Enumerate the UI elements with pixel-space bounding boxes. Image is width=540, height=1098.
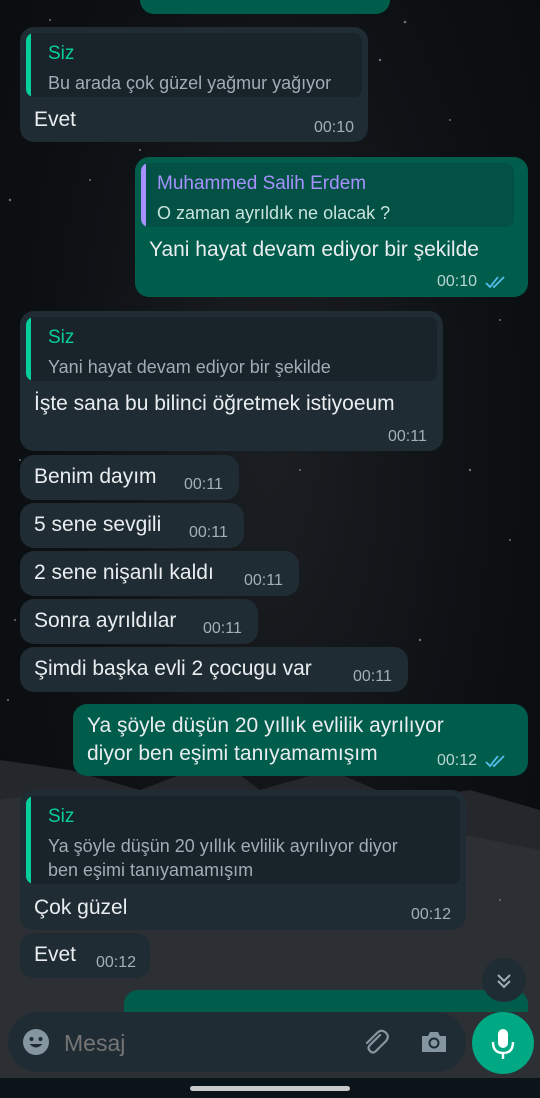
message-time: 00:12 <box>96 954 137 971</box>
message-time: 00:11 <box>203 620 242 637</box>
message-bubble-incoming[interactable]: Siz Yani hayat devam ediyor bir şekilde … <box>20 311 443 451</box>
quote-sender-name: Siz <box>48 43 75 64</box>
message-bubble-outgoing[interactable]: Muhammed Salih Erdem O zaman ayrıldık ne… <box>135 157 528 297</box>
message-time: 00:11 <box>189 524 228 541</box>
message-text: Çok güzel <box>34 896 128 919</box>
message-text: Benim dayım <box>34 465 157 488</box>
quote-accent-bar <box>26 796 31 884</box>
quote-sender-name: Muhammed Salih Erdem <box>157 173 367 194</box>
message-text: Evet <box>34 108 77 131</box>
double-check-icon <box>485 276 505 289</box>
message-time: 00:10 <box>437 273 478 290</box>
message-text-line-1: Ya şöyle düşün 20 yıllık evlilik ayrılıy… <box>87 714 444 737</box>
message-time: 00:12 <box>437 752 478 769</box>
quote-text: Bu arada çok güzel yağmur yağıyor <box>48 73 332 93</box>
message-text: Şimdi başka evli 2 çocugu var <box>34 657 312 680</box>
message-bubble-incoming[interactable]: Siz Bu arada çok güzel yağmur yağıyor Ev… <box>20 27 368 142</box>
message-time: 00:10 <box>314 119 355 136</box>
message-text-line-2: diyor ben eşimi tanıyamamışım <box>87 742 378 765</box>
message-bubble-incoming[interactable]: Siz Ya şöyle düşün 20 yıllık evlilik ayr… <box>20 790 466 930</box>
quote-sender-name: Siz <box>48 806 75 827</box>
system-nav-bar <box>0 1078 540 1098</box>
message-time: 00:11 <box>244 572 283 589</box>
quote-sender-name: Siz <box>48 327 75 348</box>
quoted-message[interactable]: Siz Ya şöyle düşün 20 yıllık evlilik ayr… <box>26 796 460 884</box>
message-text: Sonra ayrıldılar <box>34 609 177 632</box>
message-bubble-partial-top[interactable] <box>140 0 390 14</box>
message-bubble-incoming[interactable]: Şimdi başka evli 2 çocugu var 00:11 <box>20 647 408 692</box>
message-time: 00:11 <box>184 476 223 493</box>
message-text: 2 sene nişanlı kaldı <box>34 561 214 584</box>
quote-accent-bar <box>141 163 146 227</box>
double-check-icon <box>485 755 505 768</box>
message-text: Yani hayat devam ediyor bir şekilde <box>149 238 479 261</box>
voice-record-button[interactable] <box>472 1012 534 1074</box>
quote-accent-bar <box>26 317 31 381</box>
message-input[interactable] <box>62 1026 346 1060</box>
message-bubble-incoming[interactable]: Sonra ayrıldılar 00:11 <box>20 599 258 644</box>
paperclip-icon[interactable] <box>360 1027 390 1057</box>
quote-text: O zaman ayrıldık ne olacak ? <box>157 203 391 223</box>
quote-accent-bar <box>26 33 31 97</box>
message-bubble-incoming[interactable]: Evet 00:12 <box>20 933 150 978</box>
quoted-message[interactable]: Siz Bu arada çok güzel yağmur yağıyor <box>26 33 362 97</box>
message-bubble-outgoing[interactable]: Ya şöyle düşün 20 yıllık evlilik ayrılıy… <box>73 704 528 776</box>
microphone-icon <box>491 1029 515 1059</box>
quote-text-line-1: Ya şöyle düşün 20 yıllık evlilik ayrılıy… <box>48 836 398 856</box>
message-time: 00:11 <box>388 428 427 445</box>
message-text: Evet <box>34 943 77 966</box>
message-composer[interactable] <box>8 1012 466 1072</box>
quote-text: Yani hayat devam ediyor bir şekilde <box>48 357 331 377</box>
message-text: 5 sene sevgili <box>34 513 162 536</box>
message-bubble-incoming[interactable]: 5 sene sevgili 00:11 <box>20 503 244 548</box>
chevron-double-down-icon <box>497 974 511 989</box>
message-time: 00:12 <box>411 906 452 923</box>
quoted-message[interactable]: Muhammed Salih Erdem O zaman ayrıldık ne… <box>141 163 514 227</box>
message-time: 00:11 <box>353 668 392 685</box>
message-bubble-incoming[interactable]: 2 sene nişanlı kaldı 00:11 <box>20 551 299 596</box>
scroll-to-bottom-button[interactable] <box>482 958 526 1002</box>
home-gesture-handle[interactable] <box>190 1086 350 1091</box>
message-bubble-partial-bottom[interactable] <box>124 990 528 1012</box>
camera-icon[interactable] <box>419 1027 449 1057</box>
message-bubble-incoming[interactable]: Benim dayım 00:11 <box>20 455 239 500</box>
quote-text-line-2: ben eşimi tanıyamamışım <box>48 860 254 880</box>
message-text: İşte sana bu bilinci öğretmek istiyoeum <box>34 392 395 415</box>
quoted-message[interactable]: Siz Yani hayat devam ediyor bir şekilde <box>26 317 437 381</box>
emoji-icon[interactable] <box>22 1028 50 1056</box>
